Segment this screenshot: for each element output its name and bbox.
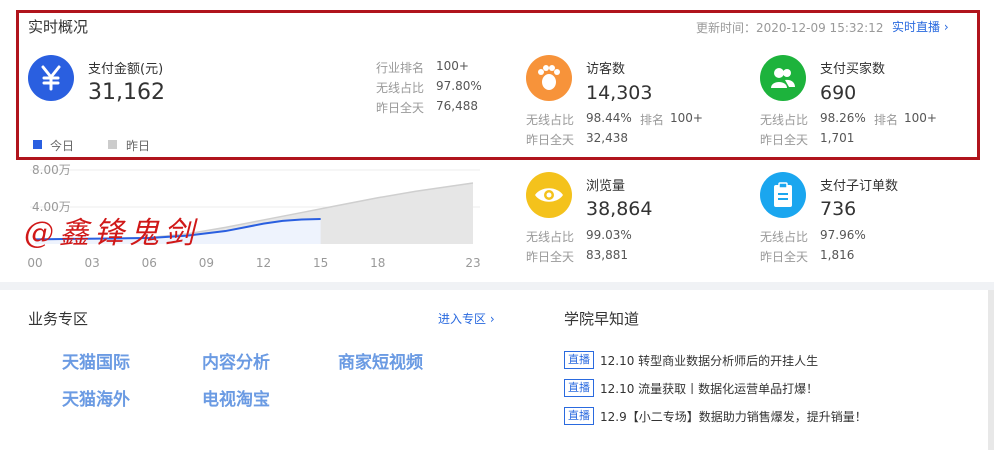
bottom-panel: 业务专区 进入专区 › 天猫国际 内容分析 商家短视频 天猫海外 电视淘宝 学院… [0, 290, 994, 450]
biz-item-tmall-global[interactable]: 天猫国际 [62, 348, 130, 373]
payment-stat-label: 无线占比 [376, 81, 425, 95]
news-text: 12.10 转型商业数据分析师后的开挂人生 [600, 353, 819, 368]
legend-yesterday-label: 昨日 [126, 139, 151, 153]
buyers-wireless-label: 无线占比 [760, 113, 809, 127]
x-tick-label: 15 [313, 256, 328, 270]
watermark-text: @鑫锋鬼剑 [24, 216, 199, 251]
biz-item-content-analysis[interactable]: 内容分析 [202, 348, 270, 373]
live-badge: 直播 [564, 407, 594, 425]
x-tick-label: 12 [256, 256, 271, 270]
users-icon [760, 55, 806, 101]
payment-value: 31,162 [88, 80, 165, 105]
legend-today-label: 今日 [50, 139, 75, 153]
biz-item-tmall-overseas[interactable]: 天猫海外 [62, 385, 130, 410]
visitors-rank-label: 排名 [640, 113, 665, 127]
news-text: 12.9【小二专场】数据助力销售爆发，提升销量！ [600, 409, 867, 424]
business-title: 业务专区 [28, 310, 89, 328]
x-tick-label: 00 [27, 256, 42, 270]
x-tick-label: 18 [370, 256, 385, 270]
payment-stat-label: 行业排名 [376, 61, 425, 75]
pageviews-label: 浏览量 [586, 179, 626, 194]
chevron-right-icon: › [489, 312, 495, 326]
suborders-yesterday-label: 昨日全天 [760, 250, 809, 264]
pageviews-value: 38,864 [586, 198, 653, 220]
payment-stat-value: 100+ [436, 59, 469, 73]
clipboard-icon [760, 172, 806, 218]
pageviews-yesterday-label: 昨日全天 [526, 250, 575, 264]
realtime-overview-panel: 实时概况 更新时间：2020-12-09 15:32:12 实时直播 › 支付金… [0, 0, 994, 282]
legend-today-swatch [33, 140, 42, 149]
suborders-wireless-value: 97.96% [820, 228, 866, 242]
buyers-value: 690 [820, 82, 857, 104]
footprint-icon [526, 55, 572, 101]
legend-yesterday-swatch [108, 140, 117, 149]
news-item[interactable]: 直播 12.9【小二专场】数据助力销售爆发，提升销量！ [564, 406, 867, 426]
biz-item-short-video[interactable]: 商家短视频 [338, 348, 423, 373]
buyers-wireless-value: 98.26% [820, 111, 866, 125]
payment-stat-label: 昨日全天 [376, 101, 425, 115]
pageviews-wireless-label: 无线占比 [526, 230, 575, 244]
payment-stat-value: 76,488 [436, 99, 478, 113]
enter-zone-link[interactable]: 进入专区 › [438, 310, 495, 327]
buyers-rank-label: 排名 [874, 113, 899, 127]
visitors-yesterday-value: 32,438 [586, 131, 628, 145]
x-tick-label: 06 [142, 256, 157, 270]
payment-stat-value: 97.80% [436, 79, 482, 93]
overview-title: 实时概况 [28, 18, 89, 36]
suborders-value: 736 [820, 198, 857, 220]
eye-icon [526, 172, 572, 218]
visitors-yesterday-label: 昨日全天 [526, 133, 575, 147]
update-time: 更新时间：2020-12-09 15:32:12 [696, 21, 884, 35]
buyers-rank-value: 100+ [904, 111, 937, 125]
suborders-yesterday-value: 1,816 [820, 248, 855, 262]
live-badge: 直播 [564, 379, 594, 397]
visitors-value: 14,303 [586, 82, 653, 104]
news-item[interactable]: 直播 12.10 转型商业数据分析师后的开挂人生 [564, 350, 818, 370]
visitors-wireless-label: 无线占比 [526, 113, 575, 127]
live-link[interactable]: 实时直播 › [892, 18, 949, 35]
payment-label: 支付金额(元) [88, 62, 164, 77]
academy-title: 学院早知道 [564, 310, 640, 328]
x-tick-label: 23 [465, 256, 480, 270]
visitors-wireless-value: 98.44% [586, 111, 632, 125]
buyers-yesterday-value: 1,701 [820, 131, 855, 145]
x-tick-label: 03 [84, 256, 99, 270]
yen-icon [28, 55, 74, 101]
x-tick-label: 09 [199, 256, 214, 270]
buyers-label: 支付买家数 [820, 62, 886, 77]
chevron-right-icon: › [943, 20, 949, 34]
suborders-wireless-label: 无线占比 [760, 230, 809, 244]
buyers-yesterday-label: 昨日全天 [760, 133, 809, 147]
news-text: 12.10 流量获取丨数据化运营单品打爆！ [600, 381, 819, 396]
pageviews-wireless-value: 99.03% [586, 228, 632, 242]
biz-item-tv-taobao[interactable]: 电视淘宝 [202, 385, 270, 410]
scrollbar[interactable] [988, 290, 994, 450]
y-tick-label: 8.00万 [32, 163, 71, 177]
live-badge: 直播 [564, 351, 594, 369]
visitors-rank-value: 100+ [670, 111, 703, 125]
pageviews-yesterday-value: 83,881 [586, 248, 628, 262]
visitors-label: 访客数 [586, 62, 626, 77]
news-item[interactable]: 直播 12.10 流量获取丨数据化运营单品打爆！ [564, 378, 818, 398]
suborders-label: 支付子订单数 [820, 179, 899, 194]
